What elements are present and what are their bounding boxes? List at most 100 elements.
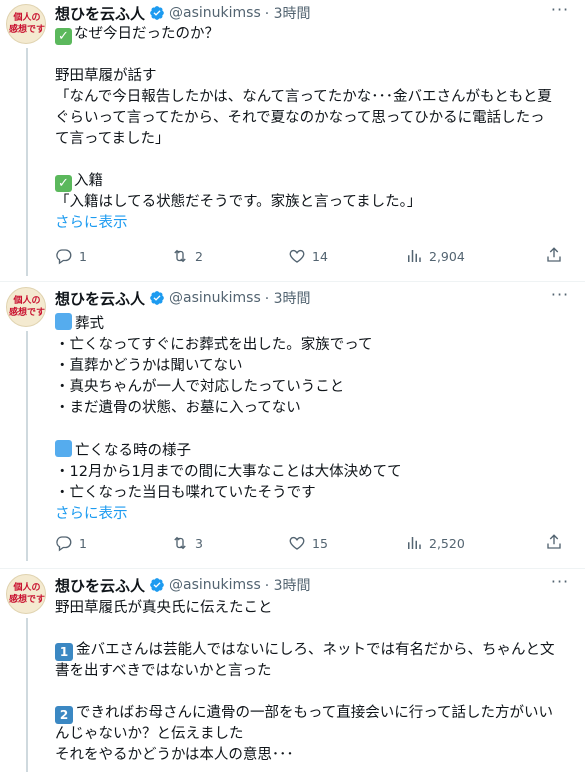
tweet-1[interactable]: 個人の 感想です 想ひを云ふ人 @asinukimss · 3時間 ··· ✓ な… — [0, 0, 585, 280]
tweet-text-line: 「なんで今日報告したかは、なんて言ってたかな･･･金バエさんがもともと夏 — [55, 87, 575, 108]
avatar-text-bottom: 感想です — [8, 308, 45, 318]
tweet-text-line: ・12月から1月までの間に大事なことは大体決めてて — [55, 462, 575, 483]
tweet-text-line: ✓ 入籍 — [55, 171, 575, 192]
tweet-text-content: 野田草履氏が真央氏に伝えたこと — [55, 600, 273, 616]
author-name[interactable]: 想ひを云ふ人 — [55, 575, 145, 596]
retweet-icon — [174, 249, 186, 263]
heart-icon — [289, 249, 305, 263]
tweet-text-line — [55, 150, 575, 171]
avatar[interactable]: 個人の 感想です — [6, 574, 46, 614]
author-name[interactable]: 想ひを云ふ人 — [55, 3, 145, 24]
tweet-text-content: 「入籍はしてる状態だそうです。家族と言ってました。」 — [55, 194, 422, 210]
tweet-text-content: ・亡くなった当日も喋れていたそうです — [55, 485, 316, 501]
views-button[interactable]: 2,904 — [405, 246, 465, 266]
tweet-text-content: なぜ今日だったのか？ — [74, 26, 219, 42]
like-button[interactable]: 14 — [288, 246, 328, 266]
tweet-text-content: ・亡くなってすぐにお葬式を出した。家族でって — [55, 337, 373, 353]
views-button[interactable]: 2,520 — [405, 533, 465, 553]
tweet-text-content: 亡くなる時の様子 — [75, 443, 191, 459]
tweet-time[interactable]: · 3時間 — [265, 575, 311, 595]
tweet-text-line — [55, 619, 575, 640]
author-handle[interactable]: @asinukimss — [169, 5, 261, 21]
author-handle[interactable]: @asinukimss — [169, 290, 261, 306]
tweet-text-content: それをやるかどうかは本人の意思･･･ — [55, 747, 294, 763]
thread-line — [26, 48, 28, 276]
like-button[interactable]: 15 — [288, 533, 328, 553]
tweet-text-line — [55, 45, 575, 66]
reply-button[interactable]: 1 — [55, 246, 87, 266]
keycap-2-icon: 2 — [55, 706, 73, 724]
reply-count: 1 — [79, 248, 87, 264]
tweet-text-line: て言ってました」 — [55, 129, 575, 150]
share-button[interactable] — [545, 246, 563, 268]
tweet-text-line: 葬式 — [55, 313, 575, 335]
tweet-divider — [0, 281, 585, 282]
show-more-link[interactable]: さらに表示 — [55, 504, 575, 525]
check-mark-icon: ✓ — [55, 175, 72, 192]
tweet-text-content: ・直葬かどうかは聞いてない — [55, 358, 243, 374]
tweet-text-line: ・真央ちゃんが一人で対応したっていうこと — [55, 377, 575, 398]
avatar-text-bottom: 感想です — [8, 25, 45, 35]
reply-count: 1 — [79, 535, 87, 551]
tweet-text-line: ぐらいって言ってたから、それで夏なのかなって思ってひかるに電話したっ — [55, 108, 575, 129]
tweet-text-content: 書を出すべきではないかと言った — [55, 663, 272, 679]
like-count: 15 — [312, 535, 328, 551]
tweet-text-line: ・亡くなってすぐにお葬式を出した。家族でって — [55, 335, 575, 356]
tweet-time[interactable]: · 3時間 — [265, 288, 311, 308]
tweet-text-line: 書を出すべきではないかと言った — [55, 661, 575, 682]
tweet-text-line: 野田草履氏が真央氏に伝えたこと — [55, 598, 575, 619]
tweet-text-content: ぐらいって言ってたから、それで夏なのかなって思ってひかるに電話したっ — [55, 110, 545, 126]
tweet-text-content: 金バエさんは芸能人ではないにしろ、ネットでは有名だから、ちゃんと文 — [76, 642, 555, 658]
tweet-text: ✓ なぜ今日だったのか？ 野田草履が話す 「なんで今日報告したかは、なんて言ってたかな… — [55, 24, 575, 234]
reply-button[interactable]: 1 — [55, 533, 87, 553]
tweet-text-content: 入籍 — [74, 173, 103, 189]
avatar-text-top: 個人の — [13, 583, 41, 593]
tweet-actions: 1 2 14 2,904 — [55, 246, 575, 266]
show-more-link[interactable]: さらに表示 — [55, 213, 575, 234]
tweet-text-line: ・亡くなった当日も喋れていたそうです — [55, 483, 575, 504]
more-options-icon[interactable]: ··· — [548, 2, 572, 23]
author-name[interactable]: 想ひを云ふ人 — [55, 288, 145, 309]
views-chart-icon — [408, 537, 421, 549]
tweet-text-content: んじゃないか？と伝えました — [55, 726, 244, 742]
verified-badge-icon — [150, 6, 164, 20]
verified-badge-icon — [150, 291, 164, 305]
share-button[interactable] — [545, 533, 563, 555]
tweet-text-line — [55, 682, 575, 703]
views-chart-icon — [408, 250, 421, 262]
more-options-icon[interactable]: ··· — [548, 287, 572, 308]
tweet-text-content: 葬式 — [75, 316, 104, 332]
retweet-icon — [174, 536, 186, 550]
thread-line — [26, 331, 28, 561]
tweet-text: 葬式・亡くなってすぐにお葬式を出した。家族でって ・直葬かどうかは聞いてない・真央… — [55, 313, 575, 525]
tweet-3[interactable]: 個人の 感想です 想ひを云ふ人 @asinukimss · 3時間 ··· 野田… — [0, 570, 585, 772]
reply-icon — [56, 249, 72, 265]
retweet-button[interactable]: 3 — [171, 533, 203, 553]
tweet-text-content: 「なんで今日報告したかは、なんて言ってたかな･･･金バエさんがもともと夏 — [55, 89, 552, 105]
tweet-time[interactable]: · 3時間 — [265, 3, 311, 23]
tweet-text-content: て言ってました」 — [55, 131, 170, 147]
retweet-button[interactable]: 2 — [171, 246, 203, 266]
blue-square-icon — [55, 313, 72, 330]
tweet-2[interactable]: 個人の 感想です 想ひを云ふ人 @asinukimss · 3時間 ··· 葬式… — [0, 283, 585, 568]
more-options-icon[interactable]: ··· — [548, 574, 572, 595]
heart-icon — [289, 536, 305, 550]
tweet-divider — [0, 568, 585, 569]
tweet-text-content: ・真央ちゃんが一人で対応したっていうこと — [55, 379, 345, 395]
author-handle[interactable]: @asinukimss — [169, 577, 261, 593]
avatar-text-bottom: 感想です — [8, 595, 45, 605]
tweet-text-line: 「入籍はしてる状態だそうです。家族と言ってました。」 — [55, 192, 575, 213]
avatar-text-top: 個人の — [13, 296, 41, 306]
avatar-text-top: 個人の — [13, 13, 41, 23]
tweet-text-line: ・直葬かどうかは聞いてない — [55, 356, 575, 377]
tweet-text-line: 亡くなる時の様子 — [55, 440, 575, 462]
tweet-text-line: それをやるかどうかは本人の意思･･･ — [55, 745, 575, 766]
avatar[interactable]: 個人の 感想です — [6, 4, 46, 44]
tweet-text-line: 2 できればお母さんに遺骨の一部をもって直接会いに行って話した方がいい — [55, 703, 575, 724]
tweet-text-content: できればお母さんに遺骨の一部をもって直接会いに行って話した方がいい — [76, 705, 554, 721]
like-count: 14 — [312, 248, 328, 264]
tweet-text-line: 1 金バエさんは芸能人ではないにしろ、ネットでは有名だから、ちゃんと文 — [55, 640, 575, 661]
tweet-text-line — [55, 419, 575, 440]
tweet-text: 野田草履氏が真央氏に伝えたこと 1 金バエさんは芸能人ではないにしろ、ネットでは有名… — [55, 598, 575, 766]
avatar[interactable]: 個人の 感想です — [6, 287, 46, 327]
